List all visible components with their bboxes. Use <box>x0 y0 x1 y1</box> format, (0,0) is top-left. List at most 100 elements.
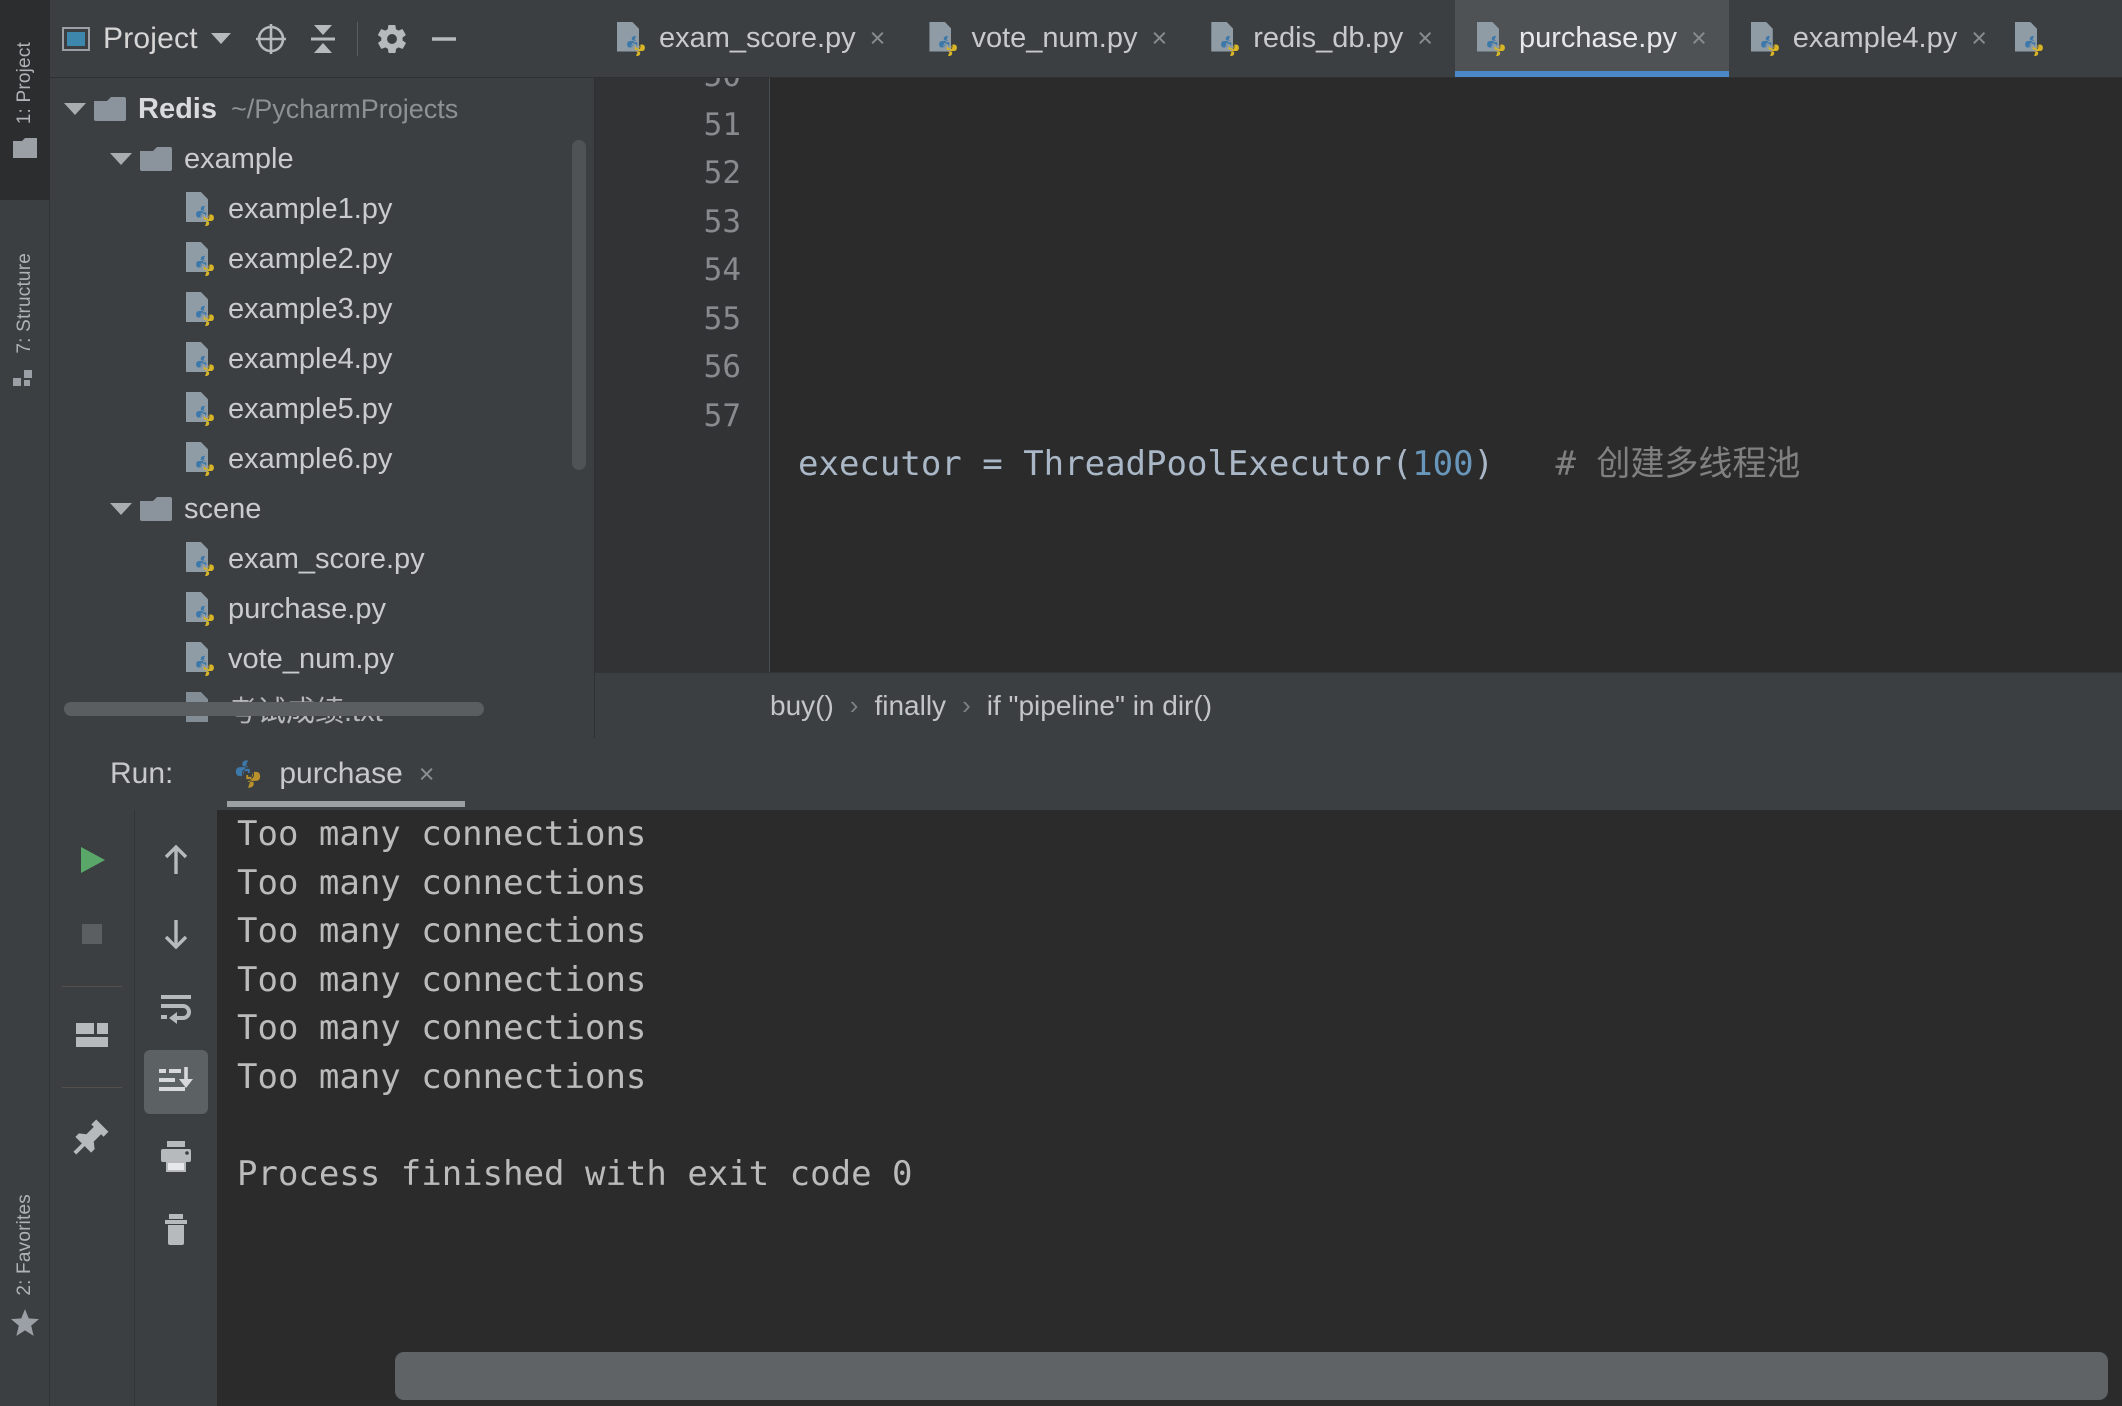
chevron-right-icon: › <box>962 690 971 720</box>
run-tool-window: Run: purchase × Too many connections Too… <box>50 738 2122 1406</box>
folder-icon <box>140 497 172 521</box>
line-number: 52 <box>703 155 741 191</box>
up-stacktrace-button[interactable] <box>144 828 208 892</box>
scroll-to-end-button[interactable] <box>144 1050 208 1114</box>
layout-icon <box>76 1023 108 1047</box>
project-folder-icon <box>13 138 37 164</box>
tree-item-redis[interactable]: Redis ~/PycharmProjects <box>50 84 594 134</box>
tab-label: example4.py <box>1792 22 1958 54</box>
hide-window-icon[interactable] <box>418 13 470 65</box>
tab-label: purchase.py <box>1518 22 1677 54</box>
tab-redis_db[interactable]: redis_db.py × <box>1189 0 1455 77</box>
toolbar-divider <box>62 986 122 987</box>
close-icon[interactable]: × <box>870 25 886 52</box>
run-label: Run: <box>110 757 174 790</box>
python-file-icon <box>186 292 214 327</box>
settings-gear-icon[interactable] <box>366 13 418 65</box>
breadcrumb-item-buy[interactable]: buy() <box>770 690 834 722</box>
code-token: 100 <box>1412 444 1474 484</box>
stop-icon <box>82 924 102 944</box>
soft-wrap-button[interactable] <box>144 976 208 1040</box>
tree-item-label: scene <box>184 492 262 525</box>
tab-purchase[interactable]: purchase.py × <box>1454 0 1729 77</box>
project-view-selector[interactable]: Project <box>62 22 231 56</box>
down-stacktrace-button[interactable] <box>144 902 208 966</box>
main-row: Redis ~/PycharmProjects example example1… <box>0 78 2122 738</box>
close-icon[interactable]: × <box>419 759 435 790</box>
pycharm-window: 1: Project 7: Structure 2: Favorites Pro… <box>0 0 2122 1406</box>
tree-item-exam_score[interactable]: exam_score.py <box>50 534 594 584</box>
tree-item-purchase[interactable]: purchase.py <box>50 584 594 634</box>
close-icon[interactable]: × <box>1151 25 1167 52</box>
rerun-button[interactable] <box>60 828 124 892</box>
arrow-up-icon <box>164 844 188 874</box>
run-row: Run: purchase × Too many connections Too… <box>0 738 2122 1406</box>
tree-item-label: example5.py <box>228 392 393 425</box>
code-text[interactable]: executor = ThreadPoolExecutor(100) # 创建多… <box>770 78 2122 672</box>
tree-item-example4[interactable]: example4.py <box>50 334 594 384</box>
run-body: Too many connections Too many connection… <box>50 810 2122 1406</box>
tree-vertical-scrollbar[interactable] <box>572 140 586 470</box>
layout-button[interactable] <box>60 1003 124 1067</box>
tab-vote_num[interactable]: vote_num.py × <box>907 0 1189 77</box>
tab-example4[interactable]: example4.py × <box>1729 0 2009 77</box>
sidebar-item-structure[interactable]: 7: Structure <box>0 205 50 435</box>
tree-item-example3[interactable]: example3.py <box>50 284 594 334</box>
tree-item-example1[interactable]: example1.py <box>50 184 594 234</box>
star-icon <box>11 1309 39 1342</box>
close-icon[interactable]: × <box>1417 25 1433 52</box>
close-icon[interactable]: × <box>1971 25 1987 52</box>
run-toolbar-right <box>135 810 217 1406</box>
run-tab-purchase[interactable]: purchase × <box>227 757 465 807</box>
python-file-icon <box>1750 21 1779 56</box>
tree-item-example6[interactable]: example6.py <box>50 434 594 484</box>
tree-item-example2[interactable]: example2.py <box>50 234 594 284</box>
tree-item-label: purchase.py <box>228 592 386 625</box>
stop-button[interactable] <box>60 902 124 966</box>
tree-item-label: example1.py <box>228 192 393 225</box>
tab-exam_score[interactable]: exam_score.py × <box>595 0 907 77</box>
breadcrumb: buy() › finally › if "pipeline" in dir() <box>595 672 2122 738</box>
chevron-down-icon[interactable] <box>210 33 231 44</box>
tab-overflow[interactable] <box>2009 0 2065 77</box>
python-file-icon <box>1476 21 1505 56</box>
python-file-icon <box>186 542 214 577</box>
sidebar-item-favorites[interactable]: 2: Favorites <box>0 1140 50 1390</box>
console-line: Too many connections <box>237 1056 647 1097</box>
breadcrumb-item-if[interactable]: if "pipeline" in dir() <box>987 690 1212 722</box>
chevron-down-icon[interactable] <box>110 503 132 515</box>
tree-horizontal-scrollbar[interactable] <box>64 702 484 716</box>
print-button[interactable] <box>144 1124 208 1188</box>
console-output[interactable]: Too many connections Too many connection… <box>217 810 2122 1406</box>
python-file-icon <box>2014 21 2043 56</box>
chevron-down-icon[interactable] <box>64 103 86 115</box>
pin-tab-button[interactable] <box>60 1104 124 1168</box>
code-area: 50 51 52 53 54 55 56 57 executor = Threa… <box>595 78 2122 672</box>
python-file-icon <box>929 21 958 56</box>
locate-icon[interactable] <box>245 13 297 65</box>
tree-item-example5[interactable]: example5.py <box>50 384 594 434</box>
tree-item-scene[interactable]: scene <box>50 484 594 534</box>
tree-item-vote_num[interactable]: vote_num.py <box>50 634 594 684</box>
chevron-down-icon[interactable] <box>110 153 132 165</box>
clear-all-button[interactable] <box>144 1198 208 1262</box>
breadcrumb-item-finally[interactable]: finally <box>874 690 946 722</box>
code-token: = <box>982 444 1024 484</box>
project-window-icon <box>62 26 90 51</box>
sidebar-item-project[interactable]: 1: Project <box>0 0 50 200</box>
close-icon[interactable]: × <box>1691 25 1707 52</box>
python-file-icon <box>186 592 214 627</box>
tree-item-example[interactable]: example <box>50 134 594 184</box>
python-file-icon <box>186 442 214 477</box>
code-token: ThreadPoolExecutor( <box>1023 444 1413 484</box>
console-horizontal-scrollbar[interactable] <box>395 1351 2108 1400</box>
collapse-all-icon[interactable] <box>297 13 349 65</box>
sidebar-item-favorites-label: 2: Favorites <box>14 1193 35 1296</box>
arrow-down-icon <box>164 920 188 950</box>
tab-label: redis_db.py <box>1253 22 1404 54</box>
toolbar-divider <box>62 1087 122 1088</box>
console-line: Process finished with exit code 0 <box>237 1153 913 1194</box>
